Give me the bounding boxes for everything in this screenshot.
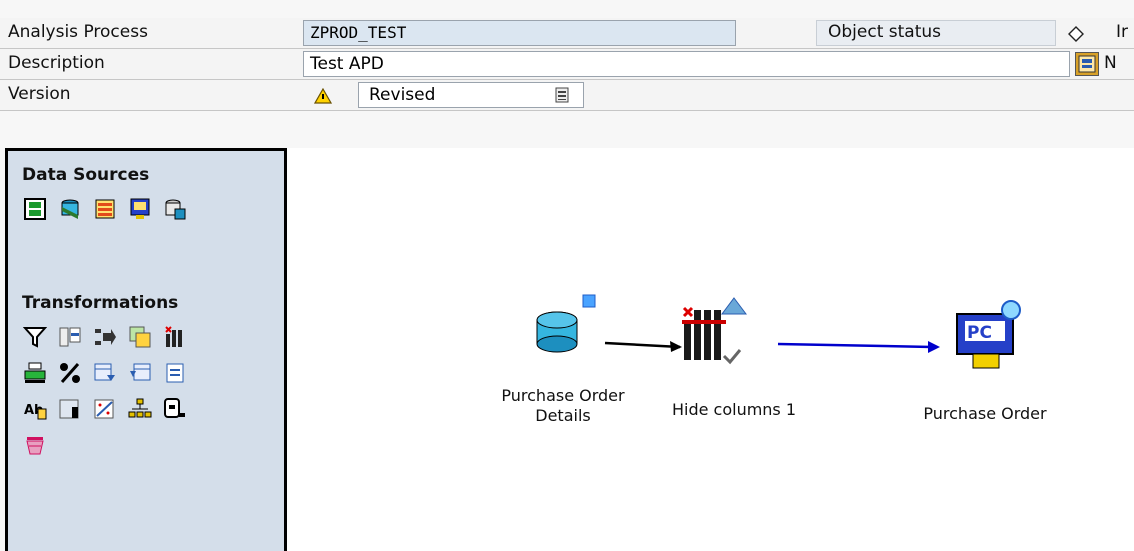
object-status-value: Ir bbox=[1116, 22, 1129, 42]
top-strip bbox=[0, 0, 1134, 18]
sort-icon[interactable] bbox=[23, 361, 47, 385]
pc-query-icon[interactable] bbox=[128, 197, 152, 221]
description-row: Description Test APD N bbox=[0, 49, 1134, 80]
analysis-process-row: Analysis Process ZPROD_TEST Object statu… bbox=[0, 18, 1134, 49]
node-target-label: Purchase Order bbox=[923, 404, 1047, 423]
long-text-icon[interactable] bbox=[1075, 52, 1099, 76]
bar-table-icon[interactable] bbox=[58, 397, 82, 421]
basket-icon[interactable] bbox=[23, 433, 47, 457]
routine-icon[interactable] bbox=[163, 397, 187, 421]
transformations-title: Transformations bbox=[22, 293, 179, 313]
cube-icon[interactable] bbox=[163, 197, 187, 221]
hide-columns-icon[interactable] bbox=[163, 325, 187, 349]
filter-icon[interactable] bbox=[23, 325, 47, 349]
description-label: Description bbox=[8, 53, 105, 73]
abc-icon[interactable]: Ab bbox=[23, 397, 47, 421]
node-hide-label: Hide columns 1 bbox=[671, 400, 797, 419]
version-row: Version Revised bbox=[0, 80, 1134, 111]
tool-palette: Data Sources Transformations Ab bbox=[5, 148, 287, 551]
node-source-label: Purchase Order Details bbox=[501, 386, 625, 425]
analysis-process-field[interactable]: ZPROD_TEST bbox=[303, 20, 736, 46]
data-sources-title: Data Sources bbox=[22, 165, 150, 185]
version-select[interactable]: Revised bbox=[358, 82, 584, 108]
description-field[interactable]: Test APD bbox=[303, 51, 1070, 77]
svg-text:PC: PC bbox=[967, 323, 992, 343]
table-icon[interactable] bbox=[163, 361, 187, 385]
smooth-icon[interactable] bbox=[128, 361, 152, 385]
description-trailing: N bbox=[1104, 53, 1117, 73]
database-table-icon[interactable] bbox=[58, 197, 82, 221]
analysis-process-label: Analysis Process bbox=[8, 22, 148, 42]
diamond-status-icon bbox=[1068, 26, 1084, 42]
scatter-icon[interactable] bbox=[93, 397, 117, 421]
arrow-head-blue bbox=[928, 341, 940, 353]
object-status-label: Object status bbox=[828, 22, 942, 42]
list-transform-icon[interactable] bbox=[93, 361, 117, 385]
node-hide-columns-icon[interactable] bbox=[676, 294, 776, 370]
node-source-icon[interactable] bbox=[527, 290, 603, 356]
hierarchy-icon[interactable] bbox=[128, 397, 152, 421]
infoprovider-icon[interactable] bbox=[23, 197, 47, 221]
version-label: Version bbox=[8, 84, 71, 104]
flat-file-icon[interactable] bbox=[93, 197, 117, 221]
version-value: Revised bbox=[369, 85, 436, 105]
transform-arrow-icon[interactable] bbox=[93, 325, 117, 349]
percent-icon[interactable] bbox=[58, 361, 82, 385]
arrow-source-to-hide bbox=[604, 341, 681, 349]
arrow-hide-to-target bbox=[777, 342, 933, 349]
node-target-icon[interactable]: PC bbox=[953, 294, 1043, 374]
join-icon[interactable] bbox=[58, 325, 82, 349]
copy-icon[interactable] bbox=[128, 325, 152, 349]
dropdown-list-icon[interactable] bbox=[555, 87, 569, 103]
warning-triangle-icon bbox=[314, 88, 332, 104]
